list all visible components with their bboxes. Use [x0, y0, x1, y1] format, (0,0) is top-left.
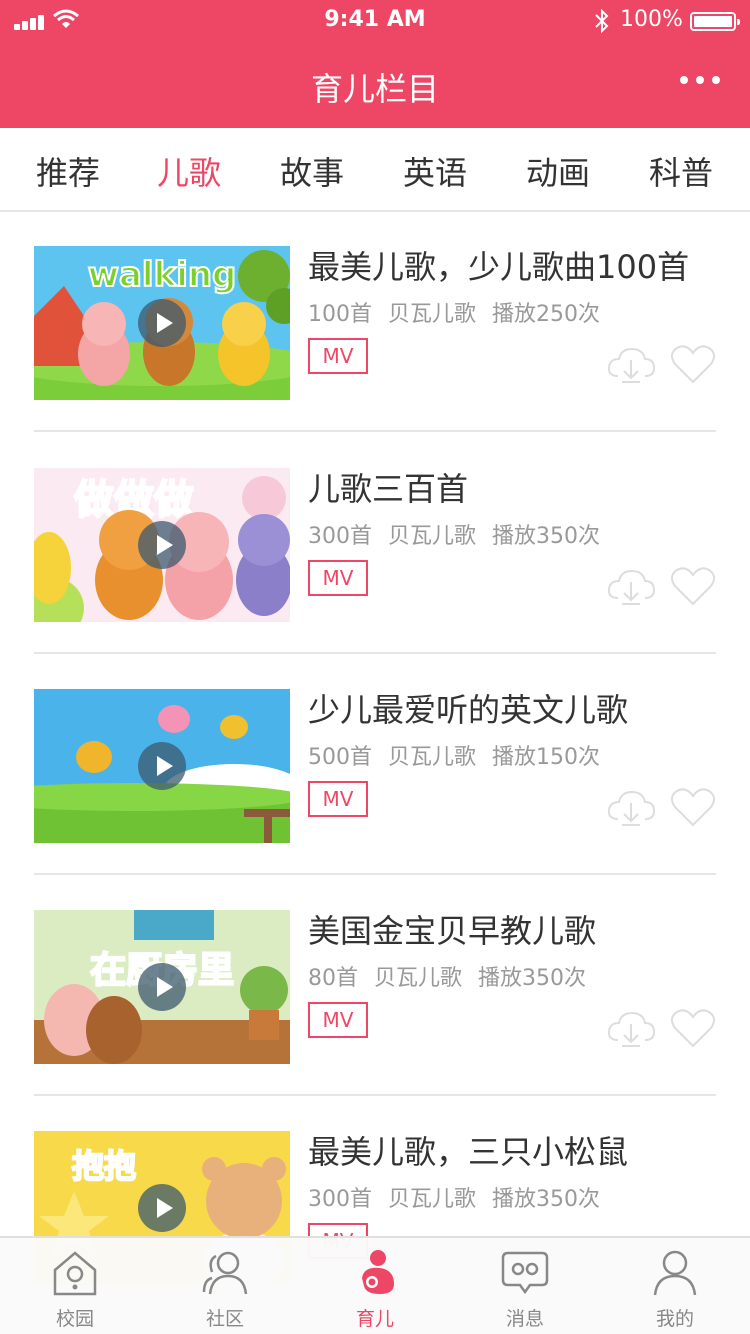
parenting-icon	[362, 1250, 394, 1294]
item-title: 美国金宝贝早教儿歌	[308, 912, 597, 950]
tabbar-community[interactable]: 社区	[150, 1238, 300, 1334]
thumb-text: walking	[88, 255, 237, 295]
tabbar-label: 校园	[55, 1308, 94, 1330]
item-count: 300首	[308, 524, 372, 549]
download-icon[interactable]	[606, 566, 656, 606]
tab-stories[interactable]: 故事	[262, 148, 362, 194]
item-meta: 100首 贝瓦儿歌 播放250次	[308, 296, 600, 328]
item-title: 少儿最爱听的英文儿歌	[308, 691, 629, 729]
item-plays: 播放350次	[492, 1187, 601, 1212]
category-tabs: 推荐 儿歌 故事 英语 动画 科普	[0, 128, 750, 212]
play-icon[interactable]	[138, 963, 186, 1011]
page-title: 育儿栏目	[310, 70, 439, 108]
item-title: 最美儿歌，三只小松鼠	[308, 1133, 629, 1171]
play-icon[interactable]	[138, 521, 186, 569]
status-bar: 9:41 AM 100%	[0, 0, 750, 40]
tabbar-parenting[interactable]: 育儿	[300, 1238, 450, 1334]
heart-icon[interactable]	[670, 1008, 716, 1048]
profile-icon	[653, 1250, 697, 1296]
mv-badge: MV	[308, 781, 368, 817]
item-meta: 500首 贝瓦儿歌 播放150次	[308, 739, 600, 771]
item-meta: 80首 贝瓦儿歌 播放350次	[308, 960, 586, 992]
item-author: 贝瓦儿歌	[388, 745, 477, 770]
divider	[34, 1094, 716, 1096]
tabbar-message[interactable]: 消息	[450, 1238, 600, 1334]
download-icon[interactable]	[606, 787, 656, 827]
mv-badge: MV	[308, 560, 368, 596]
item-title: 儿歌三百首	[308, 470, 469, 508]
heart-icon[interactable]	[670, 344, 716, 384]
tabbar-label: 社区	[205, 1308, 244, 1330]
tabbar-label: 我的	[655, 1308, 694, 1330]
tab-animation[interactable]: 动画	[508, 148, 608, 194]
download-icon[interactable]	[606, 1008, 656, 1048]
bottom-tabbar: 校园 社区 育儿 消息 我的	[0, 1236, 750, 1334]
battery-icon	[690, 12, 740, 31]
tabbar-label: 育儿	[355, 1308, 394, 1330]
tab-songs[interactable]: 儿歌	[139, 148, 239, 194]
video-thumbnail[interactable]: 做做做	[34, 468, 290, 622]
item-count: 80首	[308, 966, 358, 991]
play-icon[interactable]	[138, 1184, 186, 1232]
item-count: 100首	[308, 302, 372, 327]
item-title: 最美儿歌，少儿歌曲100首	[308, 248, 690, 286]
item-plays: 播放350次	[492, 524, 601, 549]
more-icon[interactable]	[680, 76, 720, 86]
mv-badge: MV	[308, 1002, 368, 1038]
tab-science[interactable]: 科普	[631, 148, 731, 194]
download-icon[interactable]	[606, 344, 656, 384]
item-author: 贝瓦儿歌	[388, 1187, 477, 1212]
tab-english[interactable]: 英语	[385, 148, 485, 194]
play-icon[interactable]	[138, 742, 186, 790]
divider	[34, 652, 716, 654]
video-thumbnail[interactable]: walking	[34, 246, 290, 400]
bluetooth-icon	[595, 8, 609, 34]
list-item[interactable]: 少儿最爱听的英文儿歌 500首 贝瓦儿歌 播放150次 MV	[34, 655, 716, 875]
thumb-text: 抱抱	[72, 1147, 136, 1185]
list-item[interactable]: 在厨房里 美国金宝贝早教儿歌 80首贝瓦儿歌播放350次 MV	[34, 876, 716, 1096]
play-icon[interactable]	[138, 299, 186, 347]
list-item[interactable]: walking 最美儿歌，少儿歌曲100首 100首 贝瓦儿歌 播放250次 MV	[34, 212, 716, 432]
divider	[34, 873, 716, 875]
school-icon	[53, 1251, 97, 1296]
item-author: 贝瓦儿歌	[374, 966, 463, 991]
item-author: 贝瓦儿歌	[388, 524, 477, 549]
item-meta: 300首 贝瓦儿歌 播放350次	[308, 518, 600, 550]
community-icon	[202, 1251, 248, 1295]
tabbar-profile[interactable]: 我的	[600, 1238, 750, 1334]
divider	[34, 430, 716, 432]
item-plays: 播放250次	[492, 302, 601, 327]
item-plays: 播放350次	[478, 966, 587, 991]
item-meta: 300首 贝瓦儿歌 播放350次	[308, 1181, 600, 1213]
tabbar-label: 消息	[505, 1308, 544, 1330]
item-plays: 播放150次	[492, 745, 601, 770]
list-item[interactable]: 做做做 儿歌三百首 300首 贝瓦儿歌 播放350次 MV	[34, 434, 716, 654]
heart-icon[interactable]	[670, 566, 716, 606]
mv-badge: MV	[308, 338, 368, 374]
item-count: 500首	[308, 745, 372, 770]
video-thumbnail[interactable]	[34, 689, 290, 843]
video-thumbnail[interactable]: 在厨房里	[34, 910, 290, 1064]
tab-recommend[interactable]: 推荐	[18, 148, 118, 194]
heart-icon[interactable]	[670, 787, 716, 827]
battery-percent: 100%	[620, 7, 683, 32]
message-icon	[501, 1251, 549, 1295]
item-author: 贝瓦儿歌	[388, 302, 477, 327]
tabbar-school[interactable]: 校园	[0, 1238, 150, 1334]
header: 9:41 AM 100% 育儿栏目	[0, 0, 750, 128]
item-count: 300首	[308, 1187, 372, 1212]
